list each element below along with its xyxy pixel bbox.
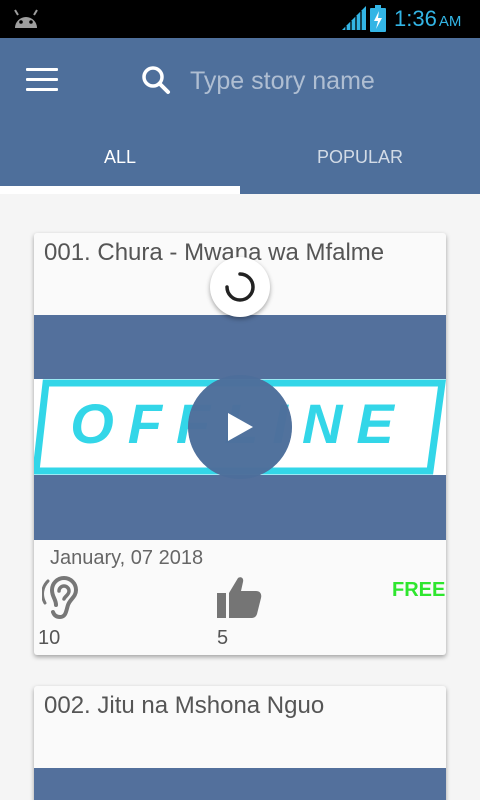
signal-icon	[342, 6, 366, 30]
status-bar: 1:36 AM	[0, 0, 480, 38]
clock-time: 1:36	[394, 6, 437, 31]
search-input[interactable]	[190, 62, 460, 100]
play-icon[interactable]	[188, 375, 292, 479]
ear-listen-icon[interactable]	[42, 575, 82, 621]
clock-ampm: AM	[438, 13, 462, 30]
menu-icon[interactable]	[26, 68, 58, 92]
tab-indicator	[0, 186, 240, 194]
tab-popular[interactable]: POPULAR	[240, 136, 480, 186]
android-icon	[14, 9, 38, 28]
story-date: January, 07 2018	[50, 547, 204, 569]
like-count: 5	[217, 627, 229, 649]
story-card[interactable]: 002. Jitu na Mshona Nguo	[34, 686, 446, 800]
tab-all[interactable]: ALL	[0, 136, 240, 186]
loading-spinner-icon	[210, 257, 270, 317]
story-card[interactable]: 001. Chura - Mwana wa Mfalme OFFLINE Jan…	[34, 233, 446, 655]
story-thumbnail[interactable]	[34, 768, 446, 800]
clock: 1:36 AM	[394, 6, 461, 32]
thumbs-up-icon[interactable]	[216, 575, 262, 621]
battery-charging-icon	[370, 5, 386, 32]
listen-count: 10	[38, 627, 61, 649]
story-title: 002. Jitu na Mshona Nguo	[44, 692, 325, 719]
app-bar: ALL POPULAR	[0, 38, 480, 194]
search-icon[interactable]	[140, 64, 172, 96]
price-badge: FREE	[392, 579, 446, 601]
story-title: 001. Chura - Mwana wa Mfalme	[44, 239, 385, 266]
